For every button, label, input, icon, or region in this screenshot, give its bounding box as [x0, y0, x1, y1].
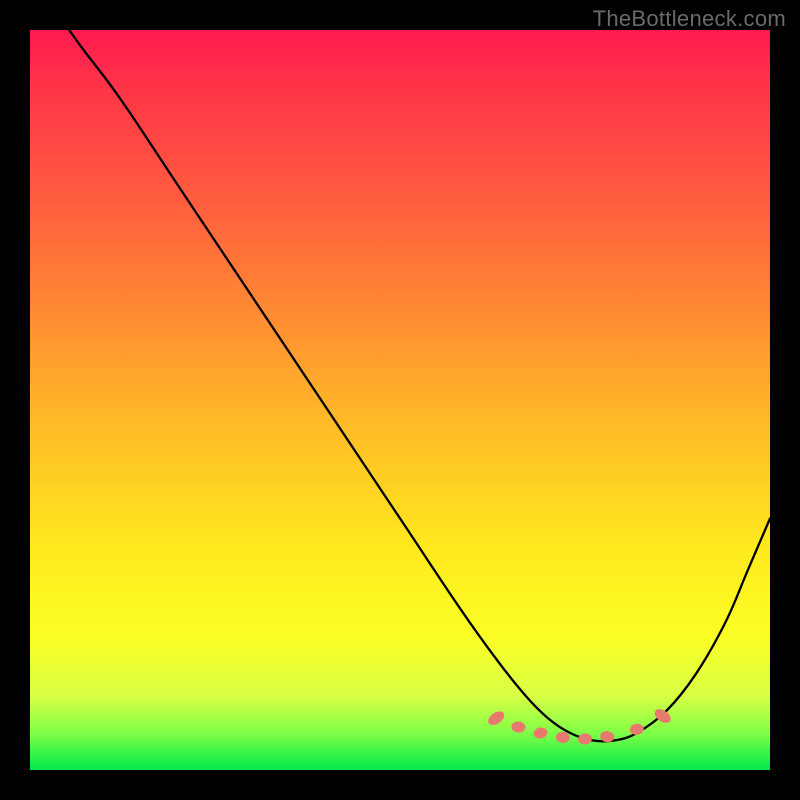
bottleneck-curve: [30, 30, 770, 741]
curve-marker: [652, 706, 673, 725]
curve-marker: [486, 709, 507, 728]
curve-marker: [533, 727, 548, 740]
curve-marker: [577, 732, 592, 745]
chart-svg: [30, 30, 770, 770]
curve-marker: [511, 721, 526, 734]
watermark-label: TheBottleneck.com: [593, 6, 786, 32]
plot-area: [30, 30, 770, 770]
curve-marker: [629, 723, 644, 736]
curve-markers: [486, 706, 674, 745]
chart-frame: TheBottleneck.com: [0, 0, 800, 800]
